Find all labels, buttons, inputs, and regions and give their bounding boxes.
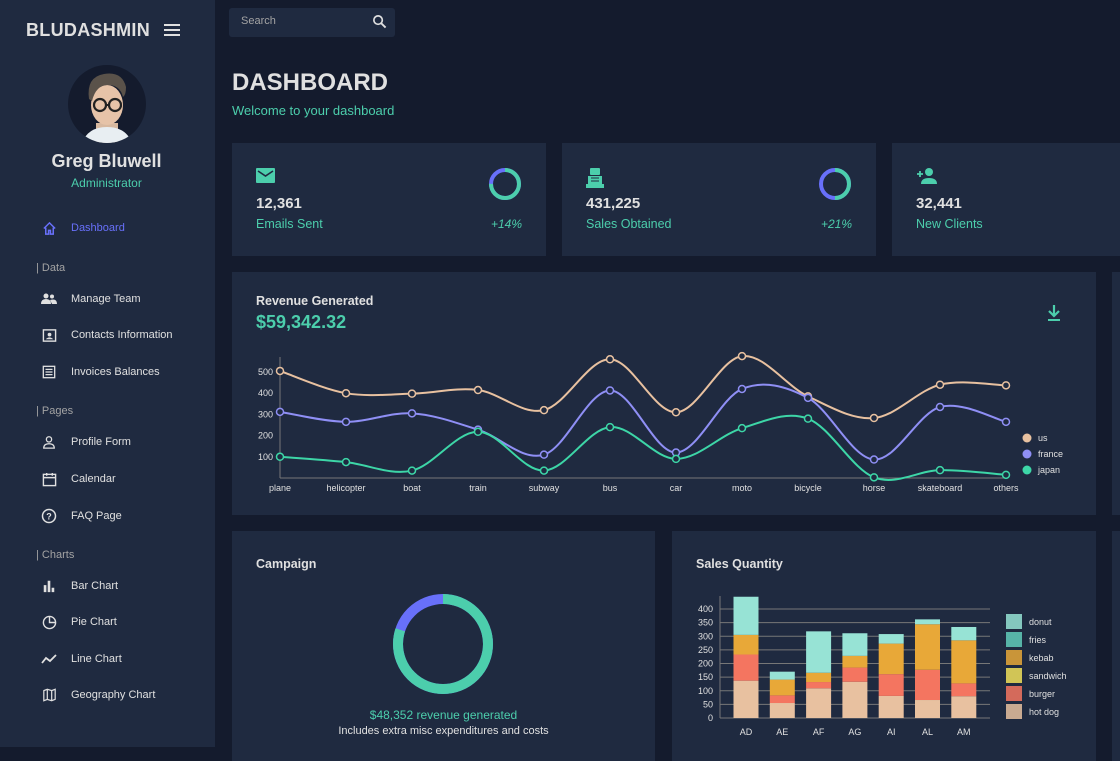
- legend-swatch: [1006, 668, 1022, 683]
- bar-donut: [806, 631, 832, 673]
- x-tick-label: AI: [887, 727, 896, 737]
- bar-kebab: [915, 624, 940, 670]
- y-tick-label: 250: [698, 645, 713, 655]
- legend-label: kebab: [1029, 653, 1054, 663]
- bar-hot-dog: [806, 688, 832, 718]
- bar-kebab: [733, 634, 759, 655]
- legend-swatch: [1006, 614, 1022, 629]
- bar-burger: [951, 683, 977, 697]
- bar-donut: [915, 619, 940, 625]
- bar-hot-dog: [915, 700, 940, 718]
- x-tick-label: AF: [813, 727, 825, 737]
- x-tick-label: AG: [848, 727, 861, 737]
- legend-label: donut: [1029, 617, 1052, 627]
- bar-kebab: [951, 640, 977, 684]
- bar-burger: [915, 669, 940, 701]
- bar-hot-dog: [951, 696, 977, 718]
- legend-swatch: [1006, 632, 1022, 647]
- bar-hot-dog: [769, 703, 795, 718]
- bar-kebab: [878, 643, 904, 675]
- bar-hot-dog: [878, 695, 904, 718]
- y-tick-label: 0: [708, 713, 713, 723]
- bar-burger: [733, 654, 759, 681]
- y-tick-label: 200: [698, 659, 713, 669]
- legend-swatch: [1006, 686, 1022, 701]
- bar-burger: [806, 682, 832, 689]
- bar-hot-dog: [842, 681, 868, 718]
- x-tick-label: AE: [776, 727, 788, 737]
- y-tick-label: 150: [698, 672, 713, 682]
- bar-donut: [769, 671, 795, 680]
- y-tick-label: 50: [703, 699, 713, 709]
- y-tick-label: 300: [698, 631, 713, 641]
- x-tick-label: AL: [922, 727, 933, 737]
- bar-burger: [769, 695, 795, 704]
- bar-burger: [842, 667, 868, 682]
- bar-donut: [951, 626, 977, 641]
- x-tick-label: AM: [957, 727, 971, 737]
- legend-label: hot dog: [1029, 707, 1059, 717]
- bar-kebab: [806, 672, 832, 683]
- bar-donut: [842, 633, 868, 656]
- bar-kebab: [842, 655, 868, 668]
- y-tick-label: 100: [698, 686, 713, 696]
- x-tick-label: AD: [740, 727, 753, 737]
- bar-chart: 0 50 100 150 200 250 300 350 400 AD AE AF AG AI AL AM do…: [698, 596, 1067, 737]
- legend-swatch: [1006, 704, 1022, 719]
- bar-donut: [878, 634, 904, 644]
- y-tick-label: 350: [698, 618, 713, 628]
- legend-label: fries: [1029, 635, 1047, 645]
- bar-donut: [733, 596, 759, 635]
- legend-label: sandwich: [1029, 671, 1067, 681]
- legend-label: burger: [1029, 689, 1055, 699]
- bar-kebab: [769, 679, 795, 696]
- y-tick-label: 400: [698, 604, 713, 614]
- bar-hot-dog: [733, 680, 759, 718]
- bar-burger: [878, 674, 904, 696]
- legend-swatch: [1006, 650, 1022, 665]
